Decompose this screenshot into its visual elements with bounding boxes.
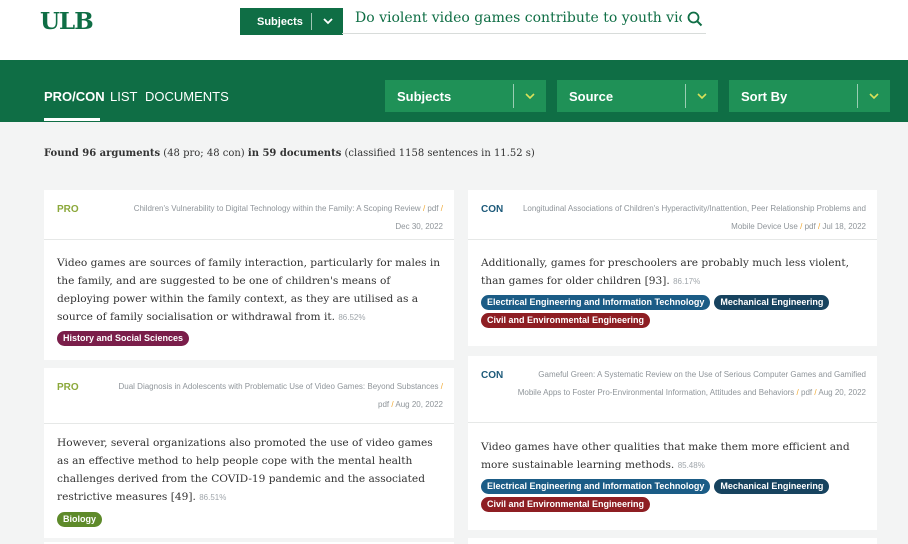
search-input[interactable]: Do violent video games contribute to you… xyxy=(355,10,682,32)
separator: / xyxy=(814,388,817,397)
top-bar: ULB Subjects Do violent video games cont… xyxy=(0,0,908,60)
source-info: Children's Vulnerability to Digital Tech… xyxy=(123,200,443,236)
stance-label: PRO xyxy=(57,204,79,215)
subjects-filter-button[interactable]: Subjects xyxy=(240,8,343,35)
separator: / xyxy=(796,388,799,397)
source-info: Gameful Green: A Systematic Review on th… xyxy=(516,366,866,402)
separator: / xyxy=(440,204,443,213)
source-type[interactable]: pdf xyxy=(427,204,438,213)
tab-procon[interactable]: PRO/CON xyxy=(44,89,105,104)
source-date: Aug 20, 2022 xyxy=(395,400,443,409)
document-count: in 59 documents xyxy=(247,148,342,159)
chevron-down-icon xyxy=(686,89,718,103)
confidence-score: 86.51% xyxy=(199,493,227,502)
subject-tag[interactable]: Biology xyxy=(57,512,102,527)
subjects-dropdown[interactable]: Subjects xyxy=(385,80,546,112)
search-underline xyxy=(342,33,706,34)
chevron-down-icon xyxy=(514,89,546,103)
source-type[interactable]: pdf xyxy=(378,400,389,409)
card-header: PRO Dual Diagnosis in Adolescents with P… xyxy=(44,368,454,424)
subject-tags: History and Social Sciences xyxy=(57,331,444,346)
classification-stats: (classified 1158 sentences in 11.52 s) xyxy=(341,148,535,159)
confidence-score: 86.52% xyxy=(338,313,366,322)
argument-card: CON Gameful Green: A Systematic Review o… xyxy=(468,356,877,530)
source-title[interactable]: Dual Diagnosis in Adolescents with Probl… xyxy=(119,382,439,391)
argument-card-partial xyxy=(468,538,877,544)
chevron-down-icon xyxy=(312,16,343,28)
stance-label: PRO xyxy=(57,382,79,393)
source-info: Longitudinal Associations of Children's … xyxy=(518,200,866,236)
card-header: CON Longitudinal Associations of Childre… xyxy=(468,190,877,240)
subjects-filter-label: Subjects xyxy=(257,15,303,28)
subject-tag[interactable]: Electrical Engineering and Information T… xyxy=(481,479,711,494)
subject-tag[interactable]: Mechanical Engineering xyxy=(714,295,830,310)
source-type[interactable]: pdf xyxy=(805,222,816,231)
source-title[interactable]: Children's Vulnerability to Digital Tech… xyxy=(134,204,421,213)
separator: / xyxy=(391,400,394,409)
subject-tags: Biology xyxy=(57,512,444,527)
search-icon[interactable] xyxy=(686,10,704,28)
stance-counts: (48 pro; 48 con) xyxy=(160,148,248,159)
argument-sentence: Video games have other qualities that ma… xyxy=(481,441,850,471)
subject-tag[interactable]: Civil and Environmental Engineering xyxy=(481,497,651,512)
card-header: CON Gameful Green: A Systematic Review o… xyxy=(468,356,877,423)
source-date: Dec 30, 2022 xyxy=(395,222,443,231)
site-logo[interactable]: ULB xyxy=(40,8,94,35)
tab-list[interactable]: LIST xyxy=(110,89,137,104)
argument-sentence: However, several organizations also prom… xyxy=(57,437,433,503)
stance-label: CON xyxy=(481,204,504,215)
separator: / xyxy=(422,204,426,213)
subject-tag[interactable]: Electrical Engineering and Information T… xyxy=(481,295,711,310)
stance-label: CON xyxy=(481,370,504,381)
argument-card: CON Longitudinal Associations of Childre… xyxy=(468,190,877,346)
source-date: Aug 20, 2022 xyxy=(818,388,866,397)
source-dropdown[interactable]: Source xyxy=(557,80,718,112)
source-dropdown-label: Source xyxy=(569,88,614,104)
subjects-dropdown-label: Subjects xyxy=(397,88,452,104)
chevron-down-icon xyxy=(858,89,890,103)
active-tab-indicator xyxy=(44,118,100,121)
argument-text: However, several organizations also prom… xyxy=(57,434,442,507)
card-header: PRO Children's Vulnerability to Digital … xyxy=(44,190,454,240)
source-date: Jul 18, 2022 xyxy=(822,222,866,231)
subject-tag[interactable]: History and Social Sciences xyxy=(57,331,190,346)
argument-card: PRO Dual Diagnosis in Adolescents with P… xyxy=(44,368,454,538)
argument-card: PRO Children's Vulnerability to Digital … xyxy=(44,190,454,360)
subject-tag[interactable]: Civil and Environmental Engineering xyxy=(481,313,651,328)
subject-tag[interactable]: Mechanical Engineering xyxy=(714,479,830,494)
confidence-score: 86.17% xyxy=(673,277,701,286)
subject-tags: Electrical Engineering and Information T… xyxy=(481,479,867,512)
sort-by-dropdown[interactable]: Sort By xyxy=(729,80,890,112)
argument-text: Video games are sources of family intera… xyxy=(57,254,442,327)
separator: / xyxy=(440,382,443,391)
sort-by-dropdown-label: Sort By xyxy=(741,88,788,104)
confidence-score: 85.48% xyxy=(677,461,705,470)
found-count: Found 96 arguments xyxy=(44,148,161,159)
subject-tags: Electrical Engineering and Information T… xyxy=(481,295,867,328)
source-type[interactable]: pdf xyxy=(801,388,812,397)
results-summary: Found 96 arguments (48 pro; 48 con) in 5… xyxy=(44,148,535,159)
separator: / xyxy=(817,222,821,231)
argument-sentence: Video games are sources of family intera… xyxy=(57,257,441,323)
argument-sentence: Additionally, games for preschoolers are… xyxy=(481,257,849,287)
source-info: Dual Diagnosis in Adolescents with Probl… xyxy=(113,378,444,414)
separator: / xyxy=(800,222,803,231)
argument-text: Additionally, games for preschoolers are… xyxy=(481,254,865,291)
argument-text: Video games have other qualities that ma… xyxy=(481,438,865,475)
tab-documents[interactable]: DOCUMENTS xyxy=(145,89,229,104)
